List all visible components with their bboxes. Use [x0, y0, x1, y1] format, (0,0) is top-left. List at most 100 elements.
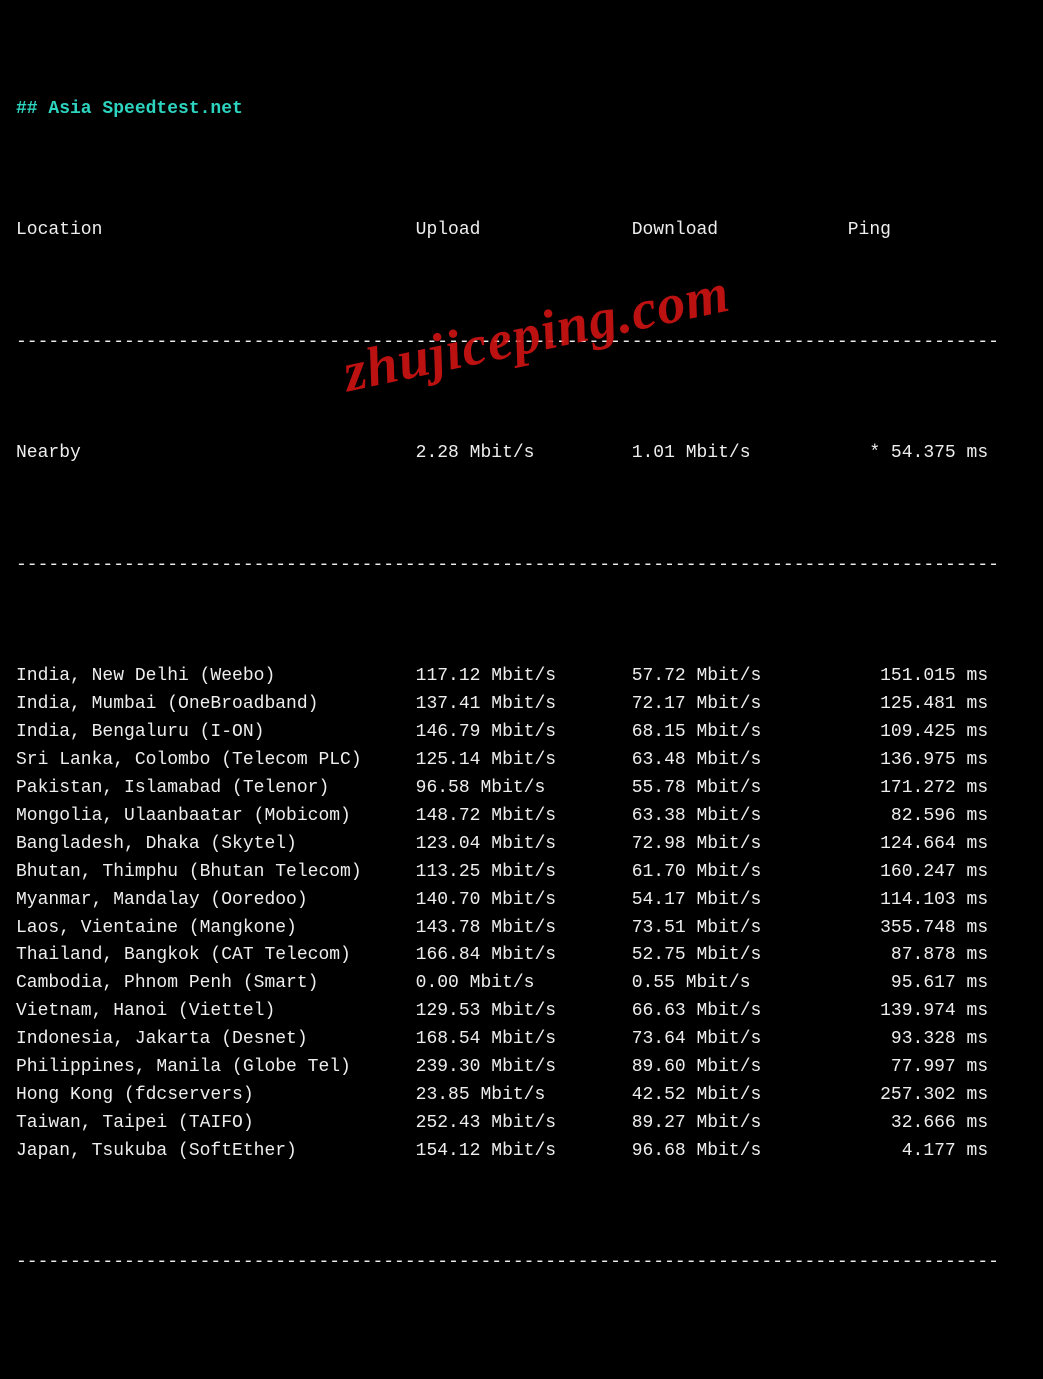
divider: ----------------------------------------…: [16, 329, 1027, 357]
cell-download: 63.48 Mbit/s: [632, 747, 848, 775]
cell-location: Pakistan, Islamabad (Telenor): [16, 775, 416, 803]
cell-location: Indonesia, Jakarta (Desnet): [16, 1026, 416, 1054]
table-row: Indonesia, Jakarta (Desnet)168.54 Mbit/s…: [16, 1026, 1027, 1054]
cell-upload: 23.85 Mbit/s: [416, 1082, 632, 1110]
nearby-row: Nearby 2.28 Mbit/s 1.01 Mbit/s * 54.375 …: [16, 440, 1027, 468]
cell-ping: 4.177 ms: [848, 1138, 999, 1166]
table-row: Pakistan, Islamabad (Telenor)96.58 Mbit/…: [16, 775, 1027, 803]
cell-download: 61.70 Mbit/s: [632, 859, 848, 887]
table-row: India, Bengaluru (I-ON)146.79 Mbit/s68.1…: [16, 719, 1027, 747]
table-row: India, New Delhi (Weebo)117.12 Mbit/s57.…: [16, 663, 1027, 691]
header-upload: Upload: [416, 217, 632, 245]
nearby-download: 1.01 Mbit/s: [632, 440, 848, 468]
cell-ping: 114.103 ms: [848, 887, 999, 915]
cell-download: 68.15 Mbit/s: [632, 719, 848, 747]
nearby-location: Nearby: [16, 440, 416, 468]
cell-location: Thailand, Bangkok (CAT Telecom): [16, 942, 416, 970]
section-title: ## Asia Speedtest.net: [16, 96, 1027, 124]
cell-download: 72.17 Mbit/s: [632, 691, 848, 719]
cell-ping: 95.617 ms: [848, 970, 999, 998]
table-row: Japan, Tsukuba (SoftEther)154.12 Mbit/s9…: [16, 1138, 1027, 1166]
cell-upload: 96.58 Mbit/s: [416, 775, 632, 803]
cell-download: 73.64 Mbit/s: [632, 1026, 848, 1054]
cell-location: Japan, Tsukuba (SoftEther): [16, 1138, 416, 1166]
table-row: India, Mumbai (OneBroadband)137.41 Mbit/…: [16, 691, 1027, 719]
table-row: Myanmar, Mandalay (Ooredoo)140.70 Mbit/s…: [16, 887, 1027, 915]
cell-download: 57.72 Mbit/s: [632, 663, 848, 691]
cell-upload: 146.79 Mbit/s: [416, 719, 632, 747]
cell-upload: 168.54 Mbit/s: [416, 1026, 632, 1054]
cell-download: 42.52 Mbit/s: [632, 1082, 848, 1110]
table-row: Sri Lanka, Colombo (Telecom PLC)125.14 M…: [16, 747, 1027, 775]
cell-ping: 77.997 ms: [848, 1054, 999, 1082]
cell-download: 66.63 Mbit/s: [632, 998, 848, 1026]
cell-location: Mongolia, Ulaanbaatar (Mobicom): [16, 803, 416, 831]
cell-ping: 257.302 ms: [848, 1082, 999, 1110]
cell-upload: 143.78 Mbit/s: [416, 915, 632, 943]
terminal-output: ## Asia Speedtest.net Location Upload Do…: [0, 0, 1043, 1379]
cell-upload: 166.84 Mbit/s: [416, 942, 632, 970]
cell-download: 63.38 Mbit/s: [632, 803, 848, 831]
cell-ping: 171.272 ms: [848, 775, 999, 803]
cell-upload: 137.41 Mbit/s: [416, 691, 632, 719]
cell-ping: 136.975 ms: [848, 747, 999, 775]
cell-ping: 124.664 ms: [848, 831, 999, 859]
cell-upload: 113.25 Mbit/s: [416, 859, 632, 887]
cell-download: 89.60 Mbit/s: [632, 1054, 848, 1082]
table-header: Location Upload Download Ping: [16, 217, 1027, 245]
cell-ping: 109.425 ms: [848, 719, 999, 747]
cell-download: 55.78 Mbit/s: [632, 775, 848, 803]
cell-ping: 125.481 ms: [848, 691, 999, 719]
cell-ping: 139.974 ms: [848, 998, 999, 1026]
table-row: Bangladesh, Dhaka (Skytel)123.04 Mbit/s7…: [16, 831, 1027, 859]
cell-download: 73.51 Mbit/s: [632, 915, 848, 943]
header-download: Download: [632, 217, 848, 245]
cell-download: 52.75 Mbit/s: [632, 942, 848, 970]
table-row: Mongolia, Ulaanbaatar (Mobicom)148.72 Mb…: [16, 803, 1027, 831]
cell-upload: 252.43 Mbit/s: [416, 1110, 632, 1138]
divider: ----------------------------------------…: [16, 552, 1027, 580]
cell-download: 96.68 Mbit/s: [632, 1138, 848, 1166]
cell-upload: 148.72 Mbit/s: [416, 803, 632, 831]
table-row: Philippines, Manila (Globe Tel)239.30 Mb…: [16, 1054, 1027, 1082]
table-row: Vietnam, Hanoi (Viettel)129.53 Mbit/s66.…: [16, 998, 1027, 1026]
cell-location: Bangladesh, Dhaka (Skytel): [16, 831, 416, 859]
cell-location: Laos, Vientaine (Mangkone): [16, 915, 416, 943]
cell-upload: 154.12 Mbit/s: [416, 1138, 632, 1166]
table-row: Cambodia, Phnom Penh (Smart)0.00 Mbit/s0…: [16, 970, 1027, 998]
cell-ping: 82.596 ms: [848, 803, 999, 831]
header-location: Location: [16, 217, 416, 245]
table-row: Taiwan, Taipei (TAIFO)252.43 Mbit/s89.27…: [16, 1110, 1027, 1138]
cell-upload: 117.12 Mbit/s: [416, 663, 632, 691]
cell-ping: 160.247 ms: [848, 859, 999, 887]
cell-location: Sri Lanka, Colombo (Telecom PLC): [16, 747, 416, 775]
cell-location: India, Mumbai (OneBroadband): [16, 691, 416, 719]
header-ping: Ping: [848, 217, 999, 245]
cell-upload: 125.14 Mbit/s: [416, 747, 632, 775]
cell-location: India, Bengaluru (I-ON): [16, 719, 416, 747]
cell-download: 0.55 Mbit/s: [632, 970, 848, 998]
cell-download: 89.27 Mbit/s: [632, 1110, 848, 1138]
table-row: Bhutan, Thimphu (Bhutan Telecom)113.25 M…: [16, 859, 1027, 887]
nearby-ping: * 54.375 ms: [848, 440, 999, 468]
cell-upload: 140.70 Mbit/s: [416, 887, 632, 915]
cell-upload: 129.53 Mbit/s: [416, 998, 632, 1026]
cell-download: 54.17 Mbit/s: [632, 887, 848, 915]
cell-location: Hong Kong (fdcservers): [16, 1082, 416, 1110]
cell-location: Philippines, Manila (Globe Tel): [16, 1054, 416, 1082]
table-row: Thailand, Bangkok (CAT Telecom)166.84 Mb…: [16, 942, 1027, 970]
cell-ping: 87.878 ms: [848, 942, 999, 970]
cell-ping: 93.328 ms: [848, 1026, 999, 1054]
divider: ----------------------------------------…: [16, 1249, 1027, 1277]
cell-location: Taiwan, Taipei (TAIFO): [16, 1110, 416, 1138]
cell-ping: 32.666 ms: [848, 1110, 999, 1138]
cell-download: 72.98 Mbit/s: [632, 831, 848, 859]
cell-ping: 151.015 ms: [848, 663, 999, 691]
cell-location: India, New Delhi (Weebo): [16, 663, 416, 691]
cell-location: Bhutan, Thimphu (Bhutan Telecom): [16, 859, 416, 887]
cell-upload: 239.30 Mbit/s: [416, 1054, 632, 1082]
cell-ping: 355.748 ms: [848, 915, 999, 943]
cell-upload: 0.00 Mbit/s: [416, 970, 632, 998]
cell-location: Cambodia, Phnom Penh (Smart): [16, 970, 416, 998]
cell-location: Myanmar, Mandalay (Ooredoo): [16, 887, 416, 915]
